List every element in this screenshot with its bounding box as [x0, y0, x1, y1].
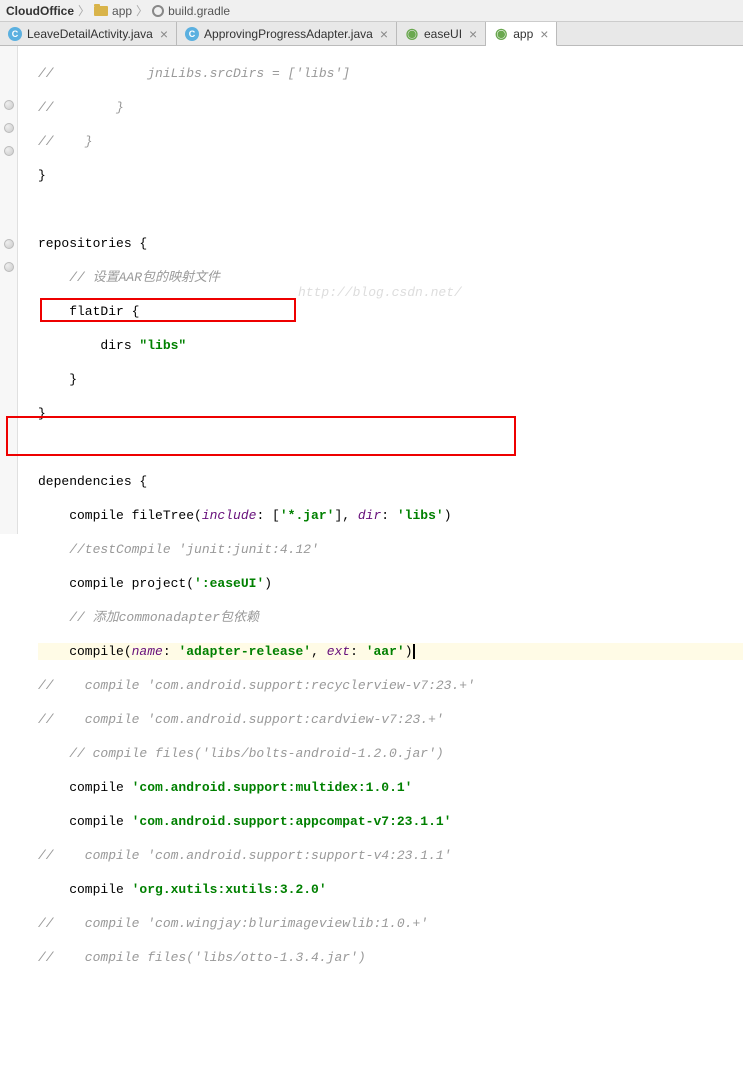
code-text: dir	[358, 508, 381, 523]
editor-tabs: C LeaveDetailActivity.java × C Approving…	[0, 22, 743, 46]
gear-icon	[152, 5, 164, 17]
code-text: //testCompile 'junit:junit:4.12'	[38, 542, 319, 557]
watermark-text: http://blog.csdn.net/	[298, 284, 462, 301]
code-text: : [	[256, 508, 279, 523]
code-text: dirs	[38, 338, 139, 353]
code-text: ,	[311, 644, 327, 659]
code-text: ':easeUI'	[194, 576, 264, 591]
close-icon[interactable]: ×	[380, 26, 388, 42]
code-text: "libs"	[139, 338, 186, 353]
fold-icon[interactable]	[4, 100, 14, 110]
code-area[interactable]: // jniLibs.srcDirs = ['libs'] // } // } …	[18, 46, 743, 534]
fold-icon[interactable]	[4, 146, 14, 156]
breadcrumb-module-label: app	[112, 4, 132, 18]
code-text: compile fileTree(	[38, 508, 202, 523]
code-text: include	[202, 508, 257, 523]
module-icon: ◉	[494, 27, 508, 41]
close-icon[interactable]: ×	[160, 26, 168, 42]
tab-easeui[interactable]: ◉ easeUI ×	[397, 22, 486, 45]
folder-icon	[94, 6, 108, 16]
code-text: compile	[38, 882, 132, 897]
code-text: 'com.android.support:multidex:1.0.1'	[132, 780, 413, 795]
code-text: // compile 'com.android.support:support-…	[38, 848, 451, 863]
code-text: )	[444, 508, 452, 523]
breadcrumb-bar: CloudOffice 〉 app 〉 build.gradle	[0, 0, 743, 22]
code-text: dependencies {	[38, 474, 147, 489]
tab-leave-detail[interactable]: C LeaveDetailActivity.java ×	[0, 22, 177, 45]
code-text: :	[163, 644, 179, 659]
code-text: // 设置AAR包的映射文件	[38, 270, 220, 285]
code-text: :	[381, 508, 397, 523]
tab-label: easeUI	[424, 27, 462, 41]
close-icon[interactable]: ×	[469, 26, 477, 42]
code-text: }	[38, 372, 77, 387]
code-text: flatDir {	[38, 304, 139, 319]
code-text: :	[350, 644, 366, 659]
code-text: }	[38, 168, 46, 183]
java-class-icon: C	[185, 27, 199, 41]
editor-gutter	[0, 46, 18, 534]
chevron-right-icon: 〉	[136, 2, 148, 19]
code-text: // compile 'com.android.support:recycler…	[38, 678, 475, 693]
code-text: 'adapter-release'	[178, 644, 311, 659]
code-text: // compile files('libs/otto-1.3.4.jar')	[38, 950, 366, 965]
code-editor[interactable]: // jniLibs.srcDirs = ['libs'] // } // } …	[0, 46, 743, 534]
code-text: // 添加commonadapter包依赖	[38, 610, 259, 625]
code-text: // jniLibs.srcDirs = ['libs']	[38, 66, 350, 81]
chevron-right-icon: 〉	[78, 2, 90, 19]
tab-app[interactable]: ◉ app ×	[486, 22, 557, 46]
code-text: // compile 'com.wingjay:blurimageviewlib…	[38, 916, 428, 931]
code-text: compile	[38, 780, 132, 795]
code-text: // compile files('libs/bolts-android-1.2…	[38, 746, 444, 761]
code-text: '*.jar'	[280, 508, 335, 523]
code-text: )	[405, 644, 413, 659]
code-text: // }	[38, 100, 124, 115]
tab-label: LeaveDetailActivity.java	[27, 27, 153, 41]
code-text: compile(	[38, 644, 132, 659]
java-class-icon: C	[8, 27, 22, 41]
code-text: name	[132, 644, 163, 659]
close-icon[interactable]: ×	[540, 26, 548, 42]
code-text: // compile 'com.android.support:cardview…	[38, 712, 444, 727]
code-text: 'aar'	[366, 644, 405, 659]
tab-label: ApprovingProgressAdapter.java	[204, 27, 373, 41]
breadcrumb-root[interactable]: CloudOffice	[6, 4, 74, 18]
code-text: compile	[38, 814, 132, 829]
breadcrumb-module[interactable]: app	[94, 4, 132, 18]
code-text: 'libs'	[397, 508, 444, 523]
code-text: )	[264, 576, 272, 591]
code-text: compile project(	[38, 576, 194, 591]
code-text: ],	[334, 508, 357, 523]
breadcrumb-root-label: CloudOffice	[6, 4, 74, 18]
fold-icon[interactable]	[4, 123, 14, 133]
fold-icon[interactable]	[4, 262, 14, 272]
tab-approving-adapter[interactable]: C ApprovingProgressAdapter.java ×	[177, 22, 397, 45]
code-text: }	[38, 406, 46, 421]
tab-label: app	[513, 27, 533, 41]
code-text: // }	[38, 134, 93, 149]
text-caret	[413, 644, 415, 659]
code-text: ext	[327, 644, 350, 659]
code-text: 'com.android.support:appcompat-v7:23.1.1…	[132, 814, 452, 829]
module-icon: ◉	[405, 27, 419, 41]
code-text: 'org.xutils:xutils:3.2.0'	[132, 882, 327, 897]
breadcrumb-file-label: build.gradle	[168, 4, 230, 18]
code-text: repositories {	[38, 236, 147, 251]
breadcrumb-file[interactable]: build.gradle	[152, 4, 230, 18]
fold-icon[interactable]	[4, 239, 14, 249]
